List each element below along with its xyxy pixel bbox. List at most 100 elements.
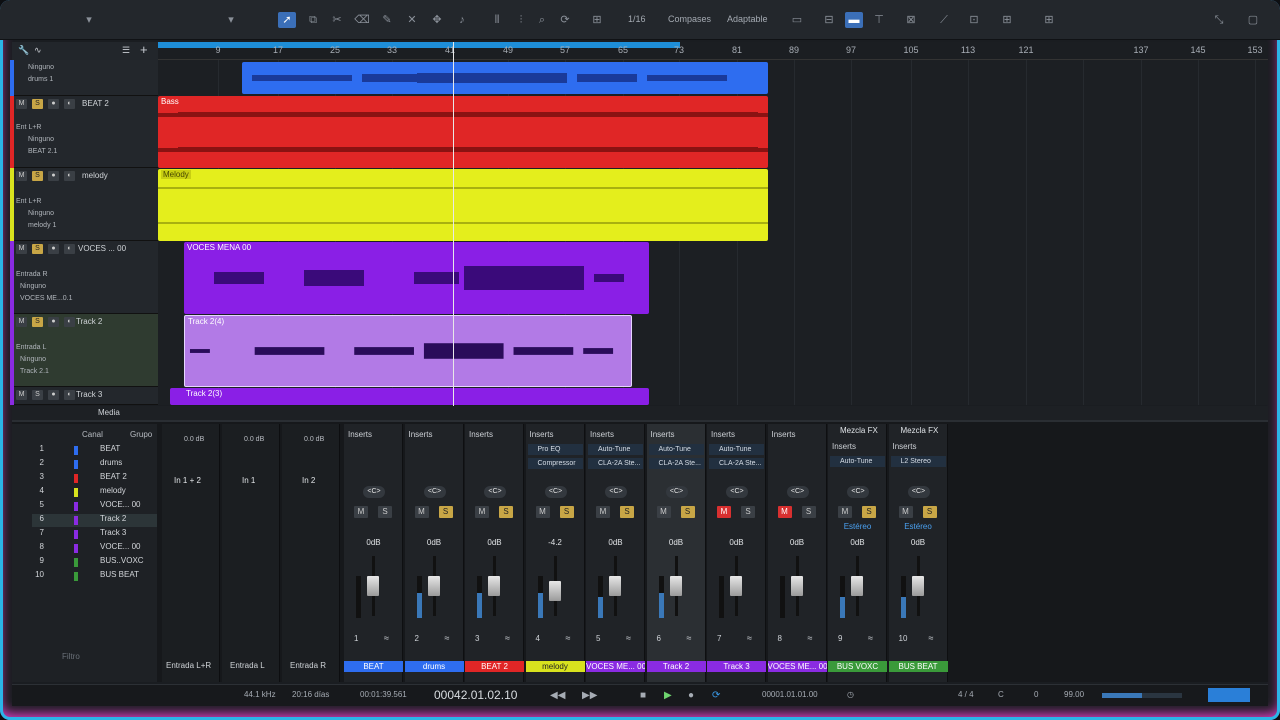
rewind-button[interactable]: ◀◀: [550, 690, 565, 701]
tempo-display[interactable]: 99.00: [1064, 690, 1084, 699]
edit-view-icon[interactable]: ▬: [845, 12, 863, 28]
playhead-cursor[interactable]: [453, 42, 454, 407]
solo-button[interactable]: S: [559, 506, 574, 518]
channel-filter-input[interactable]: Filtro: [62, 652, 80, 661]
mute-button[interactable]: M: [16, 171, 27, 181]
channel-label[interactable]: Track 2: [646, 661, 706, 672]
solo-button[interactable]: S: [32, 317, 43, 327]
track-playlist[interactable]: VOCES ME...0.1: [20, 295, 73, 302]
track-playlist[interactable]: drums 1: [28, 76, 53, 83]
channel-list-item[interactable]: 7 Track 3: [32, 528, 157, 541]
quantize-icon[interactable]: ⫴: [488, 12, 506, 28]
volume-readout[interactable]: 0dB: [647, 538, 706, 547]
pan-knob[interactable]: <C>: [907, 486, 930, 498]
track-header-beat2[interactable]: M S ● ◐ BEAT 2 Ent L+R Ninguno BEAT 2.1: [10, 96, 158, 168]
insert-plugin[interactable]: CLA-2A Ste...: [648, 458, 704, 469]
audio-clip-voces[interactable]: VOCES MENA 00: [184, 242, 649, 314]
record-button[interactable]: ●: [688, 690, 694, 701]
volume-fader[interactable]: [911, 576, 924, 596]
track-input[interactable]: Entrada L: [16, 344, 46, 351]
inserts-label[interactable]: Inserts: [348, 430, 372, 439]
paint-tool-icon[interactable]: ✎: [378, 12, 396, 28]
record-panel-icon[interactable]: ▭: [788, 12, 806, 28]
volume-fader[interactable]: [609, 576, 621, 596]
solo-button[interactable]: S: [620, 506, 634, 518]
track-playlist[interactable]: BEAT 2.1: [28, 148, 57, 155]
channel-list-item[interactable]: 8 VOCE... 00: [32, 542, 157, 555]
volume-fader[interactable]: [790, 576, 803, 596]
arrange-view[interactable]: Bass Melody VOCES MENA 00 Track 2(4) Tra…: [158, 60, 1268, 405]
solo-button[interactable]: S: [378, 506, 392, 518]
eraser-tool-icon[interactable]: ⌫: [353, 12, 371, 28]
volume-readout[interactable]: 0dB: [707, 538, 766, 547]
key-display[interactable]: C: [998, 690, 1004, 699]
split-tool-icon[interactable]: ✂: [328, 12, 346, 28]
mute-button[interactable]: M: [16, 390, 27, 400]
timebase-select[interactable]: Compases: [668, 14, 711, 28]
channel-label[interactable]: BEAT: [344, 661, 403, 672]
solo-button[interactable]: S: [922, 506, 937, 518]
time-signature[interactable]: 4 / 4: [958, 690, 974, 699]
solo-button[interactable]: S: [438, 506, 453, 518]
track-header-voces[interactable]: M S ● ◐ VOCES ... 00 Entrada R Ninguno V…: [10, 241, 158, 314]
volume-slider[interactable]: [1102, 693, 1182, 698]
channel-mode[interactable]: Estéreo: [828, 522, 887, 531]
snap-select[interactable]: Adaptable: [727, 14, 768, 28]
mute-button[interactable]: M: [354, 506, 368, 518]
volume-readout[interactable]: -4.2: [526, 538, 585, 547]
automation-icon[interactable]: ≈: [384, 633, 389, 643]
inserts-label[interactable]: Inserts: [832, 442, 856, 451]
browse-icon[interactable]: ⊡: [965, 12, 983, 28]
channel-label[interactable]: melody: [525, 661, 585, 672]
mute-button[interactable]: M: [414, 506, 429, 518]
mute-button[interactable]: M: [717, 506, 731, 518]
inserts-label[interactable]: Inserts: [651, 430, 675, 439]
stop-button[interactable]: ■: [640, 690, 646, 701]
loop-icon[interactable]: ⟳: [556, 12, 574, 28]
channel-label[interactable]: BUS BEAT: [888, 661, 948, 672]
mute-button[interactable]: M: [535, 506, 550, 518]
loop-button[interactable]: ⟳: [712, 690, 720, 701]
solo-button[interactable]: S: [680, 506, 695, 518]
monitor-button[interactable]: ◐: [64, 317, 75, 327]
track-name[interactable]: Track 3: [76, 390, 102, 399]
insert-plugin[interactable]: Auto-Tune: [648, 444, 704, 455]
audio-clip-melody[interactable]: Melody: [158, 169, 768, 241]
track-output[interactable]: Ninguno: [20, 283, 46, 290]
mute-button[interactable]: M: [16, 99, 27, 109]
track-output[interactable]: Ninguno: [28, 64, 54, 71]
input-gain[interactable]: 0.0 dB: [184, 436, 204, 443]
mute-button[interactable]: M: [475, 506, 489, 518]
list-icon[interactable]: ☰: [122, 45, 130, 56]
automation-icon[interactable]: ≈: [747, 633, 752, 643]
inserts-label[interactable]: Inserts: [409, 430, 433, 439]
timeline-ruler[interactable]: 9 17 25 33 41 49 57 65 73 81 89 97 105 1…: [158, 42, 1268, 60]
group-column-header[interactable]: Grupo: [130, 430, 152, 439]
pan-knob[interactable]: <C>: [786, 486, 809, 498]
track-name[interactable]: Track 2: [76, 317, 102, 326]
channel-mode[interactable]: Estéreo: [889, 522, 948, 531]
metronome-icon[interactable]: ◷: [847, 690, 854, 699]
wrench-icon[interactable]: 🔧: [18, 45, 29, 56]
channel-list-item[interactable]: 9 BUS..VOXC: [32, 556, 157, 569]
pan-knob[interactable]: <C>: [847, 486, 869, 498]
audio-clip-track2[interactable]: Track 2(4): [184, 315, 632, 387]
mute-button[interactable]: M: [656, 506, 671, 518]
solo-button[interactable]: S: [32, 171, 43, 181]
inserts-label[interactable]: Inserts: [893, 442, 917, 451]
mute-button[interactable]: M: [838, 506, 852, 518]
pan-knob[interactable]: <C>: [484, 486, 506, 498]
insert-plugin[interactable]: Auto-Tune: [830, 456, 885, 467]
monitor-button[interactable]: ◐: [64, 171, 75, 181]
insert-plugin[interactable]: Auto-Tune: [709, 444, 764, 455]
track-input[interactable]: Ent L+R: [16, 124, 42, 131]
automation-icon[interactable]: ≈: [505, 633, 510, 643]
record-arm-button[interactable]: ●: [48, 244, 59, 254]
inspector-icon[interactable]: ⊠: [902, 12, 920, 28]
mute-button[interactable]: M: [16, 317, 27, 327]
automation-icon[interactable]: ⟋: [935, 12, 953, 28]
inserts-label[interactable]: Inserts: [530, 430, 554, 439]
window-icon[interactable]: ▢: [1244, 12, 1262, 28]
channel-list-item[interactable]: 5 VOCE... 00: [32, 500, 157, 513]
loop-range[interactable]: [158, 42, 680, 48]
